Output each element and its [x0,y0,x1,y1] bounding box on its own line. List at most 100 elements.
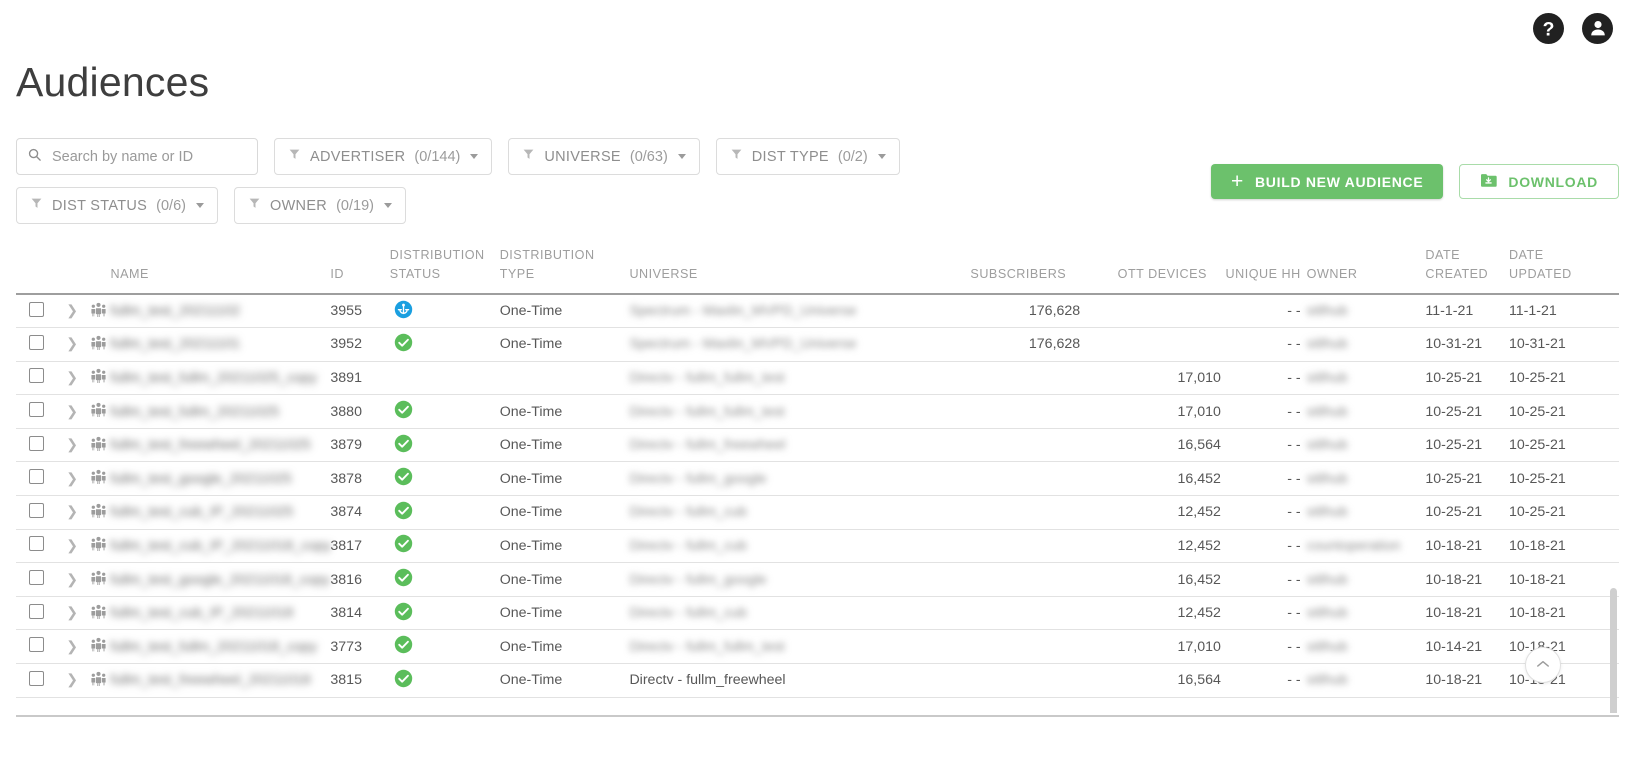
chevron-right-icon[interactable]: ❯ [66,404,78,418]
chevron-right-icon[interactable]: ❯ [66,639,78,653]
column-header-ott-devices[interactable]: OTT DEVICES [1080,238,1221,294]
chevron-right-icon[interactable]: ❯ [66,336,78,350]
row-checkbox[interactable] [29,637,45,653]
row-checkbox[interactable] [29,536,45,552]
row-expand-cell[interactable]: ❯ [57,562,87,597]
download-button[interactable]: DOWNLOAD [1459,164,1619,199]
row-checkbox[interactable] [29,603,45,619]
column-header-name[interactable]: NAME [111,238,331,294]
row-expand-cell[interactable]: ❯ [57,428,87,463]
chevron-right-icon[interactable]: ❯ [66,605,78,619]
ott-devices-value: 16,452 [1177,571,1221,588]
filter-chip-owner[interactable]: OWNER (0/19) [233,187,406,224]
chevron-right-icon[interactable]: ❯ [66,437,78,451]
cell-date-created: 10-25-21 [1425,461,1509,497]
cell-name[interactable]: fullm_test_fullm_20211025 [110,394,331,429]
table-row[interactable]: ❯ fullm_test_cub_IP_20211018_copy 3817 One-… [16,529,1619,564]
table-row[interactable]: ❯ fullm_test_fullm_20211025_copy 3891 Direc… [16,361,1619,396]
table-row[interactable]: ❯ fullm_test_cub_IP_20211025 3874 One-Time D… [16,495,1619,530]
chevron-right-icon[interactable]: ❯ [66,572,78,586]
row-checkbox-cell[interactable] [16,461,58,497]
chevron-right-icon[interactable]: ❯ [66,504,78,518]
table-row[interactable]: ❯ fullm_test_google_20211025 3878 One-Time D… [16,461,1619,497]
cell-name[interactable]: fullm_test_google_20211025 [110,461,331,497]
account-icon[interactable] [1582,12,1613,44]
table-row[interactable]: ❯ fullm_test_20211101 3952 One-Time Spectrum… [16,327,1619,362]
row-checkbox-cell[interactable] [16,596,58,631]
row-expand-cell[interactable]: ❯ [57,495,87,530]
chevron-right-icon[interactable]: ❯ [66,471,78,485]
column-header-unique-hh[interactable]: UNIQUE HH [1221,238,1307,294]
row-checkbox[interactable] [29,402,45,418]
cell-name[interactable]: fullm_test_cub_IP_20211018_copy [110,529,331,564]
row-expand-cell[interactable]: ❯ [57,596,87,631]
table-vertical-scrollbar[interactable] [1610,588,1617,713]
row-checkbox[interactable] [29,368,45,384]
row-expand-cell[interactable]: ❯ [57,394,87,429]
cell-name[interactable]: fullm_test_cub_IP_20211025 [110,495,331,530]
cell-name[interactable]: fullm_test_cub_IP_20211018 [110,596,331,631]
row-checkbox[interactable] [29,301,45,317]
row-checkbox-cell[interactable] [16,361,58,396]
filter-chip-dist-status[interactable]: DIST STATUS (0/6) [16,187,218,224]
row-expand-cell[interactable]: ❯ [57,629,87,665]
cell-unique-hh: - - [1220,394,1307,429]
row-expand-cell[interactable]: ❯ [57,663,87,698]
cell-name[interactable]: fullm_test_google_20211018_copy [110,562,331,597]
filter-chip-dist-type[interactable]: DIST TYPE (0/2) [715,138,900,175]
filter-chip-advertiser[interactable]: ADVERTISER (0/144) [274,138,493,175]
cell-name[interactable]: fullm_test_20211102 [110,294,331,329]
column-header-distribution-status[interactable]: DISTRIBUTION STATUS [390,238,500,294]
chevron-right-icon[interactable]: ❯ [66,672,78,686]
table-row[interactable]: ❯ fullm_test_freewheel_20211025 3879 One-Ti… [16,428,1619,463]
search-input[interactable] [50,147,247,166]
table-row[interactable]: ❯ fullm_test_fullm_20211018_copy 3773 One-T… [16,629,1619,665]
table-row[interactable]: ❯ fullm_test_20211102 3955 One-Time Spectrum… [16,294,1619,329]
row-checkbox-cell[interactable] [16,663,58,698]
row-checkbox[interactable] [29,570,45,586]
help-icon[interactable]: ? [1533,12,1564,44]
column-header-distribution-type[interactable]: DISTRIBUTION TYPE [500,238,630,294]
row-checkbox[interactable] [29,435,45,451]
row-checkbox[interactable] [29,670,45,686]
cell-name[interactable]: fullm_test_20211101 [110,327,331,362]
build-new-audience-button[interactable]: + BUILD NEW AUDIENCE [1211,164,1444,199]
row-checkbox-cell[interactable] [16,394,58,429]
row-checkbox[interactable] [29,469,45,485]
cell-name[interactable]: fullm_test_freewheel_20211018 [110,663,331,698]
cell-name[interactable]: fullm_test_fullm_20211025_copy [110,361,331,396]
row-expand-cell[interactable]: ❯ [57,361,87,396]
row-checkbox[interactable] [29,334,45,350]
table-row[interactable]: ❯ fullm_test_cub_IP_20211018 3814 One-Time D… [16,596,1619,631]
chevron-right-icon[interactable]: ❯ [66,303,78,317]
table-row[interactable]: ❯ fullm_test_google_20211018_copy 3816 One-… [16,562,1619,597]
row-checkbox-cell[interactable] [16,629,58,665]
column-header-universe[interactable]: UNIVERSE [629,238,904,294]
row-checkbox[interactable] [29,502,45,518]
column-header-owner[interactable]: OWNER [1307,238,1426,294]
table-row[interactable]: ❯ fullm_test_freewheel_20211018 3815 One-Ti… [16,663,1619,698]
row-expand-cell[interactable]: ❯ [57,461,87,497]
chevron-right-icon[interactable]: ❯ [66,370,78,384]
row-checkbox-cell[interactable] [16,562,58,597]
table-row[interactable]: ❯ fullm_test_fullm_20211025 3880 One-Time Di… [16,394,1619,429]
cell-name[interactable]: fullm_test_fullm_20211018_copy [110,629,331,665]
column-header-id[interactable]: ID [330,238,389,294]
row-checkbox-cell[interactable] [16,495,58,530]
column-header-date-updated[interactable]: DATE UPDATED [1509,238,1619,294]
chevron-right-icon[interactable]: ❯ [66,538,78,552]
row-expand-cell[interactable]: ❯ [57,529,87,564]
search-input-wrapper[interactable] [16,138,258,175]
row-expand-cell[interactable]: ❯ [57,327,87,362]
column-header-subscribers[interactable]: SUBSCRIBERS [904,238,1080,294]
row-checkbox-cell[interactable] [16,529,58,564]
row-checkbox-cell[interactable] [16,327,58,362]
column-header-date-created[interactable]: DATE CREATED [1425,238,1509,294]
filter-chip-universe[interactable]: UNIVERSE (0/63) [508,138,700,175]
row-checkbox-cell[interactable] [16,428,58,463]
scroll-to-top-button[interactable] [1525,647,1561,683]
row-expand-cell[interactable]: ❯ [57,294,87,329]
cell-name[interactable]: fullm_test_freewheel_20211025 [110,428,331,463]
audience-name: fullm_test_20211102 [110,303,241,320]
row-checkbox-cell[interactable] [16,294,58,329]
